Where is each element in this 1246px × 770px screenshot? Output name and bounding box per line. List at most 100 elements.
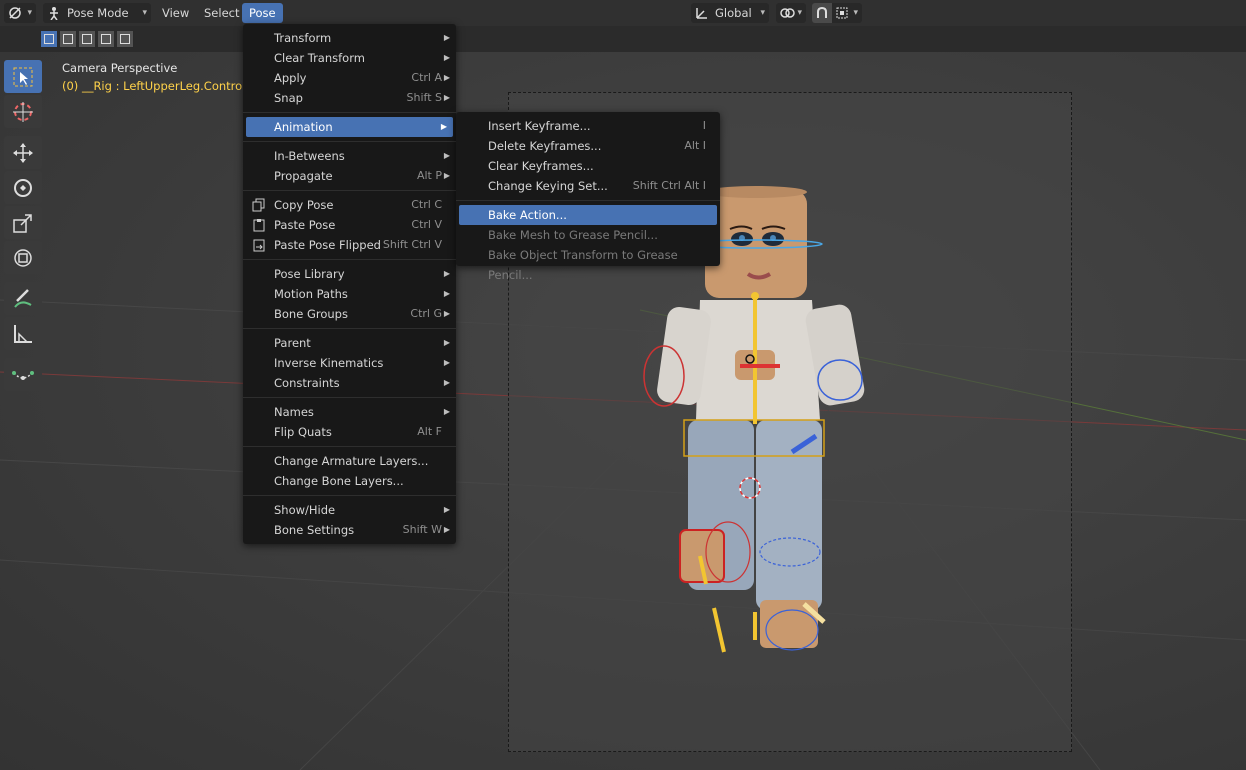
submenu-arrow-icon: ▶: [443, 93, 450, 102]
menu-item-bone-groups[interactable]: Bone Groups Ctrl G ▶: [243, 304, 456, 324]
viewport-header: ▾ Pose Mode ▾ View Select Pose Global ▾ …: [0, 0, 1246, 26]
menu-item-clear-keyframes[interactable]: Clear Keyframes...: [456, 156, 720, 176]
editor-type-button[interactable]: ▾: [4, 3, 36, 23]
interaction-mode-select[interactable]: Pose Mode ▾: [43, 3, 151, 23]
annotate-tool[interactable]: [4, 282, 42, 315]
menu-separator: [243, 446, 456, 447]
menu-item-motion-paths[interactable]: Motion Paths ▶: [243, 284, 456, 304]
menu-item-bone-settings[interactable]: Bone Settings Shift W ▶: [243, 520, 456, 540]
3d-view-icon: [9, 7, 21, 19]
viewport-view-name: Camera Perspective: [62, 61, 178, 75]
tool-header: [0, 26, 1246, 52]
menu-pose[interactable]: Pose: [242, 3, 283, 23]
menu-item-pose-library[interactable]: Pose Library ▶: [243, 264, 456, 284]
menu-item-bake-object-transform-to-grease-pencil: Bake Object Transform to Grease Pencil..…: [488, 248, 678, 282]
menu-item-clear-transform[interactable]: Clear Transform ▶: [243, 48, 456, 68]
select-box-tool[interactable]: [4, 60, 42, 93]
menu-item-inverse-kinematics[interactable]: Inverse Kinematics ▶: [243, 353, 456, 373]
submenu-arrow-icon: ▶: [443, 407, 450, 416]
menu-separator: [456, 200, 720, 201]
chevron-down-icon: ▾: [27, 8, 32, 18]
chevron-down-icon: ▾: [853, 8, 858, 18]
submenu-arrow-icon: ▶: [443, 171, 450, 180]
measure-tool[interactable]: [4, 317, 42, 350]
orientation-label: Global: [715, 6, 752, 20]
transform-orientation-select[interactable]: Global ▾: [691, 3, 769, 23]
selection-mode-group: [40, 30, 135, 48]
paste-icon: [253, 219, 265, 232]
menu-item-in-betweens[interactable]: In-Betweens ▶: [243, 146, 456, 166]
submenu-arrow-icon: ▶: [443, 505, 450, 514]
bone-draw-tool[interactable]: [4, 358, 42, 391]
menu-item-show-hide[interactable]: Show/Hide ▶: [243, 500, 456, 520]
submenu-arrow-icon: ▶: [443, 289, 450, 298]
scale-icon: [13, 213, 32, 233]
pivot-point-select[interactable]: ▾: [776, 3, 806, 23]
menu-item-snap[interactable]: Snap Shift S ▶: [243, 88, 456, 108]
submenu-arrow-icon: ▶: [443, 358, 450, 367]
menu-item-bake-action[interactable]: Bake Action...: [459, 205, 717, 225]
menu-item-constraints[interactable]: Constraints ▶: [243, 373, 456, 393]
magnet-icon: [817, 6, 827, 18]
menu-separator: [243, 112, 456, 113]
menu-item-names[interactable]: Names ▶: [243, 402, 456, 422]
cursor-tool[interactable]: [4, 95, 42, 128]
snap-toggle[interactable]: [812, 3, 832, 23]
menu-item-paste-pose[interactable]: Paste Pose Ctrl V: [243, 215, 456, 235]
select-intersect-button[interactable]: [116, 30, 134, 48]
bone-envelope-icon: [12, 370, 34, 380]
menu-item-propagate[interactable]: Propagate Alt P ▶: [243, 166, 456, 186]
pose-menu: Transform ▶ Clear Transform ▶ Apply Ctrl A ▶…: [243, 24, 456, 544]
menu-item-animation[interactable]: Animation ▶: [246, 117, 453, 137]
move-icon: [13, 142, 33, 163]
menu-view[interactable]: View: [156, 3, 195, 23]
animation-submenu: Insert Keyframe... I Delete Keyframes... A…: [456, 112, 720, 282]
snap-increment-icon: [836, 7, 848, 19]
menu-item-apply[interactable]: Apply Ctrl A ▶: [243, 68, 456, 88]
snap-target-select[interactable]: ▾: [832, 3, 862, 23]
pivot-icon: [780, 8, 795, 18]
submenu-arrow-icon: ▶: [440, 122, 447, 131]
menu-select[interactable]: Select: [198, 3, 245, 23]
chevron-down-icon: ▾: [797, 8, 802, 18]
submenu-arrow-icon: ▶: [443, 151, 450, 160]
submenu-arrow-icon: ▶: [443, 309, 450, 318]
menu-separator: [243, 141, 456, 142]
select-invert-button[interactable]: [97, 30, 115, 48]
move-tool[interactable]: [4, 136, 42, 169]
rotate-tool[interactable]: [4, 171, 42, 204]
select-new-button[interactable]: [40, 30, 58, 48]
menu-item-change-keying-set[interactable]: Change Keying Set... Shift Ctrl Alt I: [456, 176, 720, 196]
submenu-arrow-icon: ▶: [443, 338, 450, 347]
submenu-arrow-icon: ▶: [443, 33, 450, 42]
menu-item-delete-keyframes[interactable]: Delete Keyframes... Alt I: [456, 136, 720, 156]
menu-separator: [243, 259, 456, 260]
mode-label: Pose Mode: [67, 6, 129, 20]
menu-item-paste-pose-flipped[interactable]: Paste Pose Flipped Shift Ctrl V: [243, 235, 456, 255]
copy-icon: [252, 198, 265, 212]
select-subtract-button[interactable]: [78, 30, 96, 48]
transform-icon: [14, 248, 32, 267]
submenu-arrow-icon: ▶: [443, 73, 450, 82]
select-extend-button[interactable]: [59, 30, 77, 48]
menu-item-copy-pose[interactable]: Copy Pose Ctrl C: [243, 195, 456, 215]
chevron-down-icon: ▾: [760, 8, 765, 18]
menu-item-bake-mesh-to-grease-pencil: Bake Mesh to Grease Pencil...: [488, 228, 658, 242]
menu-item-transform[interactable]: Transform ▶: [243, 28, 456, 48]
scale-tool[interactable]: [4, 206, 42, 239]
menu-separator: [243, 397, 456, 398]
menu-item-change-armature-layers[interactable]: Change Armature Layers...: [243, 451, 456, 471]
measure-icon: [14, 324, 32, 343]
chevron-down-icon: ▾: [142, 8, 147, 18]
menu-item-insert-keyframe[interactable]: Insert Keyframe... I: [456, 116, 720, 136]
menu-separator: [243, 495, 456, 496]
menu-item-parent[interactable]: Parent ▶: [243, 333, 456, 353]
transform-tool[interactable]: [4, 241, 42, 274]
menu-item-change-bone-layers[interactable]: Change Bone Layers...: [243, 471, 456, 491]
submenu-arrow-icon: ▶: [443, 269, 450, 278]
submenu-arrow-icon: ▶: [443, 53, 450, 62]
orientation-icon: [696, 8, 707, 19]
rotate-icon: [14, 178, 32, 197]
menu-item-flip-quats[interactable]: Flip Quats Alt F: [243, 422, 456, 442]
paste-flipped-icon: [253, 239, 265, 252]
